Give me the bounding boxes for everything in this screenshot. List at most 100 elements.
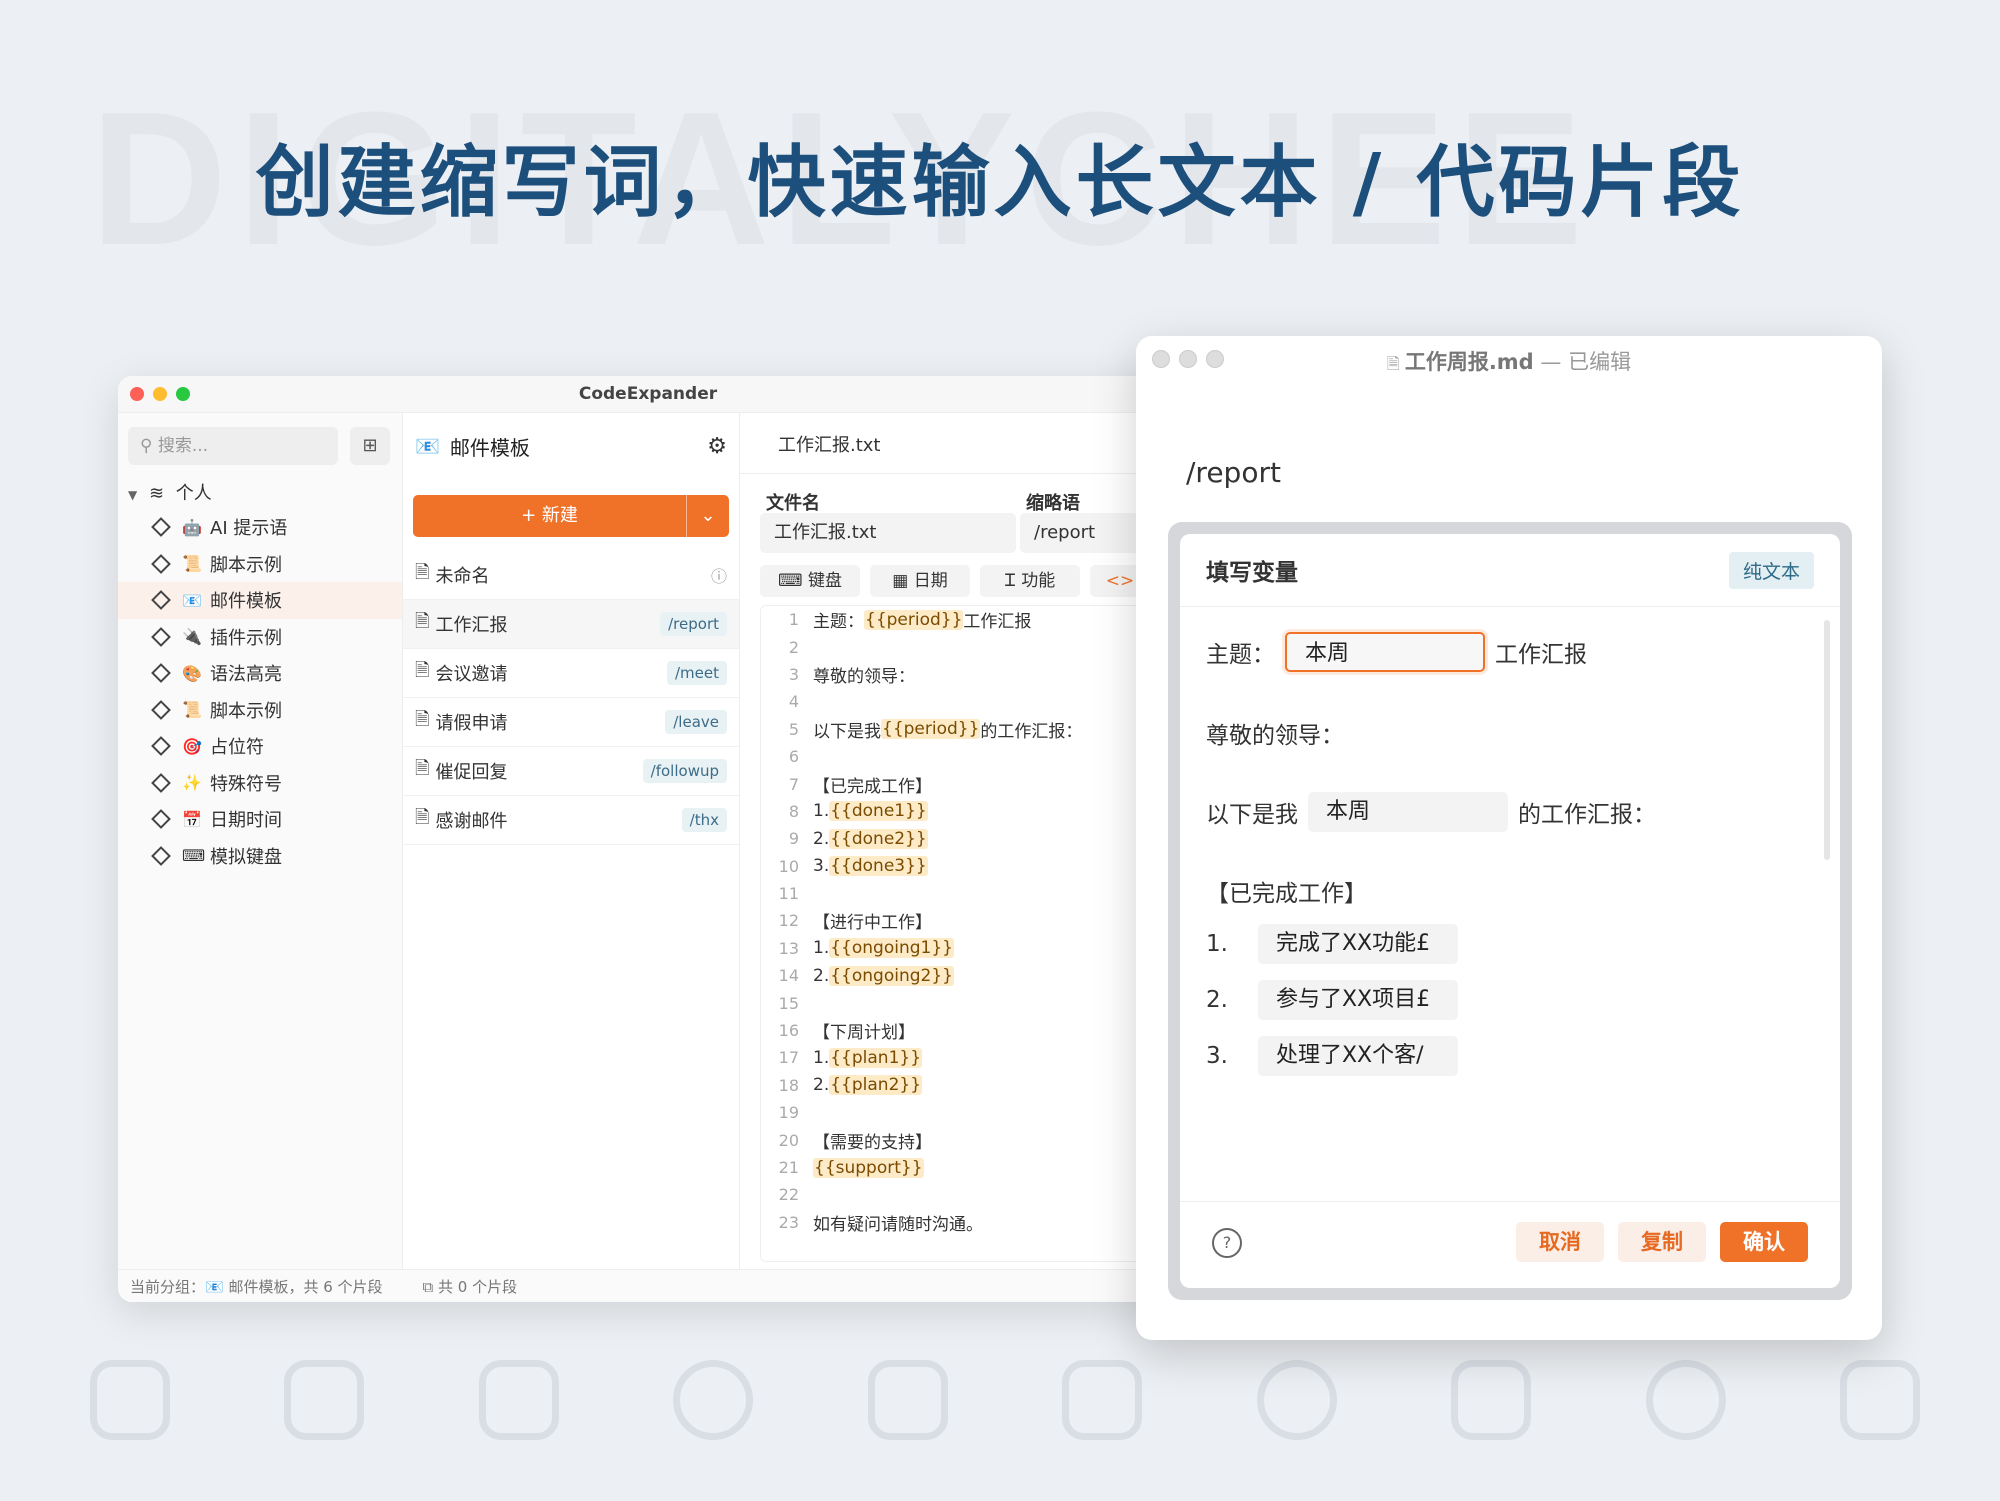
code-text: 主题： xyxy=(813,612,864,633)
diamond-icon xyxy=(151,553,171,574)
abbr-field[interactable]: /report xyxy=(1020,513,1150,553)
group-label: 脚本示例 xyxy=(210,700,282,722)
period-mirror-field[interactable]: 本周 xyxy=(1308,792,1508,832)
line-number: 13 xyxy=(778,938,799,958)
gear-icon[interactable]: ⚙ xyxy=(707,434,727,459)
template-variable: {{ongoing1}} xyxy=(829,938,954,959)
layers-icon: ≋ xyxy=(148,483,165,504)
zoom-window-button[interactable] xyxy=(176,387,190,401)
plain-text-mode-badge[interactable]: 纯文本 xyxy=(1728,551,1814,589)
document-filename: 工作周报.md xyxy=(1404,350,1534,374)
snippet-name: 请假申请 xyxy=(435,713,508,734)
help-icon[interactable]: ⓘ xyxy=(711,563,727,587)
group-item[interactable]: 📜 脚本示例 xyxy=(118,692,402,729)
diamond-icon xyxy=(151,809,171,830)
file-icon: 🗎 xyxy=(415,758,430,779)
group-label: 插件示例 xyxy=(210,627,282,649)
snippet-item[interactable]: 🗎 请假申请/leave xyxy=(403,698,739,747)
snippet-item[interactable]: 🗎 催促回复/followup xyxy=(403,747,739,796)
snippet-item[interactable]: 🗎 感谢邮件/thx xyxy=(403,796,739,845)
code-line: 2 xyxy=(761,633,1177,660)
snippet-name: 会议邀请 xyxy=(435,664,508,685)
chevron-down-icon[interactable]: ▼ xyxy=(128,488,137,502)
item-number: 3. xyxy=(1206,1043,1228,1069)
copy-button[interactable]: 复制 xyxy=(1618,1222,1706,1262)
date-button[interactable]: ▦ 日期 xyxy=(870,565,970,597)
line-number: 22 xyxy=(778,1185,799,1205)
snippet-name: 催促回复 xyxy=(435,762,508,783)
keyboard-button[interactable]: ⌨ 键盘 xyxy=(760,565,860,597)
done2-input[interactable]: 参与了XX项目£ xyxy=(1257,980,1458,1020)
filename-label: 文件名 xyxy=(766,493,820,514)
cancel-button[interactable]: 取消 xyxy=(1516,1222,1604,1262)
group-item[interactable]: 🔌 插件示例 xyxy=(118,619,402,656)
group-item[interactable]: 📅 日期时间 xyxy=(118,801,402,838)
group-header: 📧 邮件模板 ⚙ xyxy=(415,427,727,465)
tree-root-personal[interactable]: ▼ ≋ 个人 xyxy=(128,479,212,505)
minimize-window-button[interactable] xyxy=(153,387,167,401)
new-folder-button[interactable]: ⊞ xyxy=(350,427,390,465)
network-icon xyxy=(673,1360,754,1440)
wifi-card-icon xyxy=(90,1360,170,1440)
done3-input[interactable]: 处理了XX个客/ xyxy=(1257,1036,1458,1076)
document-state: — 已编辑 xyxy=(1540,350,1632,374)
snippet-item-selected[interactable]: 🗎 工作汇报/report xyxy=(403,600,739,649)
code-editor[interactable]: 1 主题： {{period}} 工作汇报 2 3 尊敬的领导： 4 5 以下是我 {{period… xyxy=(760,605,1178,1262)
group-label: AI 提示语 xyxy=(210,518,288,540)
code-text: 以下是我 xyxy=(813,721,881,742)
line-number: 8 xyxy=(788,801,799,821)
group-emoji-icon: ✨ xyxy=(182,773,202,793)
code-line: 13 1. {{ongoing1}} xyxy=(761,935,1177,962)
filename-field[interactable]: 工作汇报.txt xyxy=(760,513,1016,553)
snippet-item[interactable]: 🗎 会议邀请/meet xyxy=(403,649,739,698)
abbr-label: 缩略语 xyxy=(1026,493,1080,514)
group-emoji-icon: 🔌 xyxy=(182,627,202,647)
line-number: 17 xyxy=(778,1048,799,1068)
group-item[interactable]: 🤖 AI 提示语 xyxy=(118,509,402,546)
diamond-icon xyxy=(151,772,171,793)
new-snippet-label[interactable]: + 新建 xyxy=(413,495,687,537)
abbr-tag: /followup xyxy=(642,759,727,783)
help-icon[interactable]: ? xyxy=(1212,1228,1242,1258)
search-input[interactable]: ⚲ 搜索... xyxy=(128,427,338,465)
group-sidebar: ⚲ 搜索... ⊞ ▼ ≋ 个人 🤖 AI 提示语 📜 脚本示例 📧 邮件模板 🔌 插件… xyxy=(118,413,403,1270)
group-list: 🤖 AI 提示语 📜 脚本示例 📧 邮件模板 🔌 插件示例 🎨 语法高亮 📜 脚本示例 🎯 占… xyxy=(118,509,402,874)
group-item-selected[interactable]: 📧 邮件模板 xyxy=(118,582,402,619)
template-variable: {{plan2}} xyxy=(829,1075,923,1096)
group-label: 特殊符号 xyxy=(210,773,282,795)
template-variable: {{plan1}} xyxy=(829,1047,923,1068)
chevron-down-icon[interactable]: ⌄ xyxy=(687,495,729,537)
template-variable: {{ongoing2}} xyxy=(829,965,954,986)
tag-icon xyxy=(1839,1360,1920,1440)
group-item[interactable]: 📜 脚本示例 xyxy=(118,546,402,583)
confirm-button[interactable]: 确认 xyxy=(1720,1222,1808,1262)
markdown-file-icon: 🗎 xyxy=(1386,354,1405,373)
envelope-icon: 📧 xyxy=(415,434,440,458)
dialog-header: 填写变量 纯文本 xyxy=(1180,534,1840,607)
group-item[interactable]: 🎯 占位符 xyxy=(118,728,402,765)
diamond-icon xyxy=(151,517,171,538)
code-line: 17 1. {{plan1}} xyxy=(761,1044,1177,1071)
diamond-icon xyxy=(151,590,171,611)
keyhole-icon xyxy=(1645,1360,1726,1440)
function-button[interactable]: Ꮖ 功能 xyxy=(980,565,1080,597)
code-line: 15 xyxy=(761,989,1177,1016)
group-item[interactable]: ✨ 特殊符号 xyxy=(118,765,402,802)
group-emoji-icon: 🎯 xyxy=(182,736,202,756)
group-item[interactable]: ⌨ 模拟键盘 xyxy=(118,838,402,875)
dialog-scrollbar[interactable] xyxy=(1824,620,1830,860)
group-emoji-icon: ⌨ xyxy=(182,846,206,866)
new-snippet-button[interactable]: + 新建 ⌄ xyxy=(413,495,729,537)
diamond-icon xyxy=(151,845,171,866)
abbr-tag: /leave xyxy=(665,710,727,734)
close-window-button[interactable] xyxy=(130,387,144,401)
template-variable: {{period}} xyxy=(864,609,964,630)
snippet-item[interactable]: 🗎 未命名 ⓘ xyxy=(403,551,739,600)
editor-tab-title: 工作汇报.txt xyxy=(778,435,881,456)
code-line: 21 {{support}} xyxy=(761,1154,1177,1181)
group-item[interactable]: 🎨 语法高亮 xyxy=(118,655,402,692)
done1-input[interactable]: 完成了XX功能£ xyxy=(1257,924,1458,964)
window-title: CodeExpander xyxy=(578,384,718,404)
code-line: 4 xyxy=(761,688,1177,715)
period-input[interactable]: 本周 xyxy=(1285,632,1485,672)
